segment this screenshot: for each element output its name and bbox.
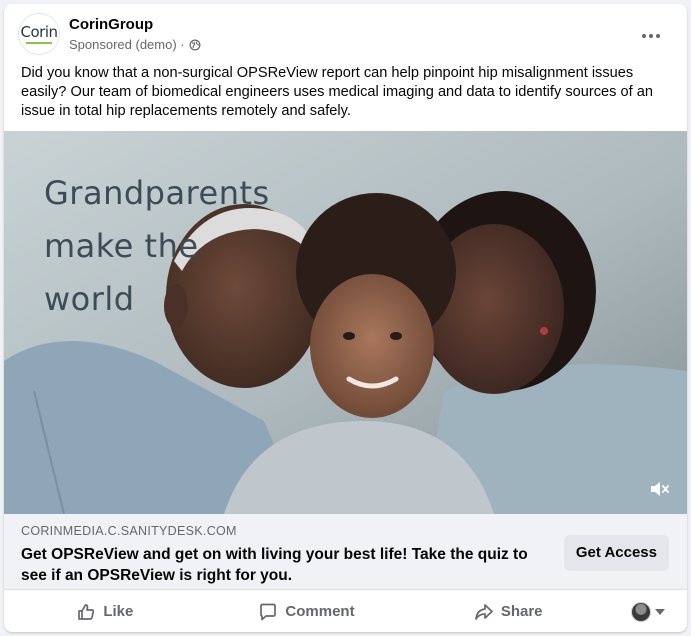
avatar-logo-text: Corin	[20, 22, 59, 41]
mute-icon	[651, 482, 669, 496]
avatar-logo-underline	[26, 41, 52, 44]
sponsored-post-card: Corin CorinGroup Sponsored (demo) · Did …	[4, 4, 687, 632]
page-avatar[interactable]: Corin	[18, 13, 60, 55]
share-label: Share	[500, 603, 543, 620]
more-icon	[642, 34, 660, 38]
reaction-identity-selector[interactable]	[609, 601, 687, 622]
globe-icon	[189, 39, 201, 50]
link-headline[interactable]: Get OPSReView and get on with living you…	[21, 544, 541, 586]
get-access-button[interactable]: Get Access	[563, 535, 669, 571]
sponsored-label[interactable]: Sponsored (demo) ·	[69, 37, 185, 52]
post-actions-bar: Like Comment Share	[4, 591, 687, 632]
like-icon	[78, 603, 95, 620]
post-header: Corin CorinGroup Sponsored (demo) ·	[4, 4, 687, 62]
video-overlay-caption: Grandparents make the world	[44, 167, 270, 326]
mute-button[interactable]	[647, 476, 673, 502]
chevron-down-icon	[655, 608, 666, 615]
avatar	[631, 601, 652, 622]
comment-button[interactable]: Comment	[206, 594, 408, 630]
comment-label: Comment	[285, 603, 355, 620]
video-media[interactable]: Grandparents make the world	[4, 131, 687, 514]
like-label: Like	[103, 603, 134, 620]
share-icon	[474, 603, 493, 620]
more-options-button[interactable]	[633, 18, 669, 54]
comment-icon	[260, 603, 277, 620]
link-preview[interactable]: CORINMEDIA.C.SANITYDESK.COM Get OPSReVie…	[4, 514, 687, 590]
overlay-line-1: Grandparents	[44, 174, 270, 212]
overlay-line-3: world	[44, 280, 135, 318]
share-button[interactable]: Share	[407, 594, 609, 630]
page-name-link[interactable]: CorinGroup	[69, 16, 153, 33]
sponsored-row: Sponsored (demo) ·	[69, 37, 201, 52]
post-body-text: Did you know that a non-surgical OPSReVi…	[21, 65, 653, 119]
overlay-line-2: make the	[44, 227, 199, 265]
like-button[interactable]: Like	[4, 594, 206, 630]
link-domain: CORINMEDIA.C.SANITYDESK.COM	[21, 524, 237, 538]
